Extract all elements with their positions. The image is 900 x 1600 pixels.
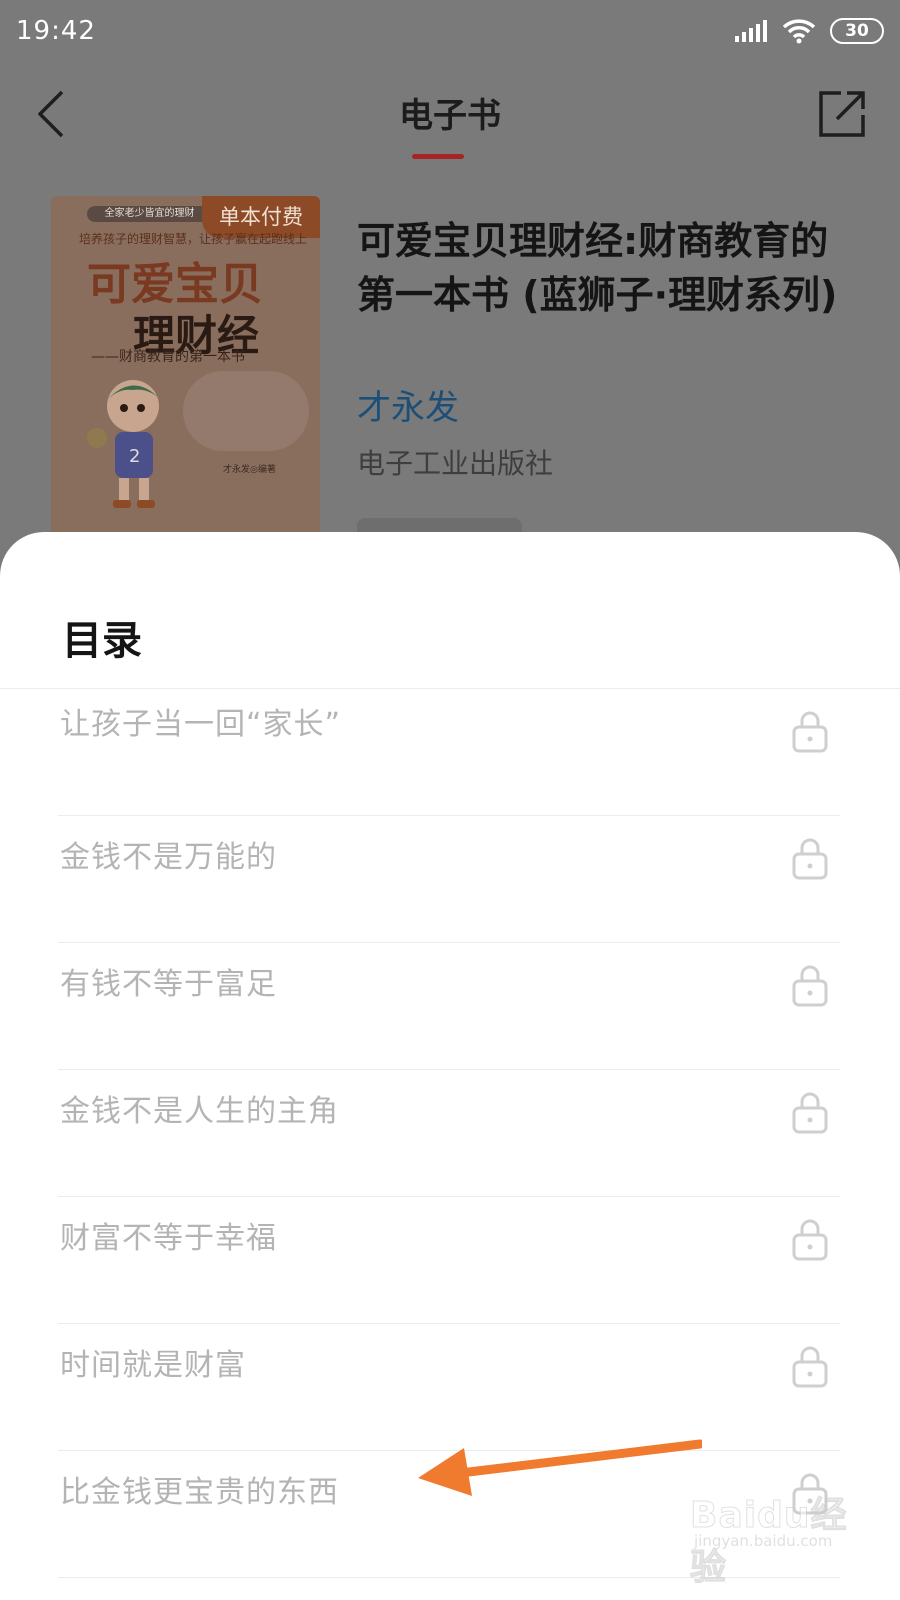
toc-item-label: 金钱不是万能的 (60, 840, 277, 875)
lock-icon (792, 838, 828, 880)
status-icons: 30 (734, 18, 884, 44)
cover-subtitle: 培养孩子的理财智慧，让孩子赢在起跑线上 (79, 232, 308, 246)
battery-level: 30 (845, 21, 869, 41)
cover-cloud (183, 371, 309, 451)
lock-icon (792, 1346, 828, 1388)
svg-text:2: 2 (129, 446, 140, 467)
lock-icon (792, 711, 828, 753)
toc-item-label: 让孩子当一回“家长” (60, 707, 342, 742)
toc-item[interactable]: 时间就是财富 (0, 1324, 900, 1451)
book-info: 全家老少皆宜的理财 单本付费 培养孩子的理财智慧，让孩子赢在起跑线上 可爱宝贝 … (0, 196, 900, 548)
signal-icon (735, 20, 767, 42)
battery-icon: 30 (830, 18, 884, 44)
cover-child-illustration-icon: 2 (87, 380, 159, 508)
toc-item[interactable]: 财富不等于幸福 (0, 1197, 900, 1324)
share-icon (819, 91, 865, 137)
toc-item-label: 时间就是财富 (60, 1348, 246, 1383)
toc-list: 让孩子当一回“家长” 金钱不是万能的 有钱不等于富足金钱不是人生的主角 财富不等于幸福… (0, 689, 900, 1578)
lock-icon (792, 1092, 828, 1134)
toc-item[interactable]: 比金钱更宝贵的东西 (0, 1451, 900, 1578)
toc-item[interactable]: 有钱不等于富足 (0, 943, 900, 1070)
toc-item-label: 比金钱更宝贵的东西 (60, 1475, 339, 1510)
toc-sheet: 目录 让孩子当一回“家长” 金钱不是万能的 有钱不等于富足金钱不是人生的主角 财富不等… (0, 532, 900, 1600)
lock-icon (792, 965, 828, 1007)
toc-item[interactable]: 让孩子当一回“家长” (0, 689, 900, 816)
book-title: 可爱宝贝理财经:财商教育的第一本书 (蓝狮子·理财系列) (357, 219, 838, 317)
header: 电子书 (0, 62, 900, 172)
toc-item[interactable]: 金钱不是万能的 (0, 816, 900, 943)
lock-icon (792, 1473, 828, 1515)
toc-item-label: 有钱不等于富足 (60, 967, 277, 1002)
share-button[interactable] (814, 86, 870, 142)
lock-icon (792, 1219, 828, 1261)
book-author-link[interactable]: 才永发 (357, 380, 459, 429)
toc-item-label: 金钱不是人生的主角 (60, 1094, 339, 1129)
toc-row-divider (58, 1577, 840, 1578)
book-cover[interactable]: 全家老少皆宜的理财 单本付费 培养孩子的理财智慧，让孩子赢在起跑线上 可爱宝贝 … (51, 196, 320, 536)
wifi-icon (782, 19, 816, 44)
toc-title: 目录 (62, 618, 142, 664)
status-time: 19:42 (16, 16, 96, 46)
cover-top-line: 全家老少皆宜的理财 (87, 206, 212, 222)
page-title: 电子书 (399, 96, 501, 136)
book-publisher: 电子工业出版社 (357, 447, 554, 480)
status-bar: 19:42 30 (0, 0, 900, 62)
toc-item-label: 财富不等于幸福 (60, 1221, 277, 1256)
toc-item[interactable]: 金钱不是人生的主角 (0, 1070, 900, 1197)
cover-tagline: ——财商教育的第一本书 (91, 349, 245, 365)
title-underline (412, 154, 464, 159)
cover-author: 才永发◎编著 (223, 465, 276, 475)
